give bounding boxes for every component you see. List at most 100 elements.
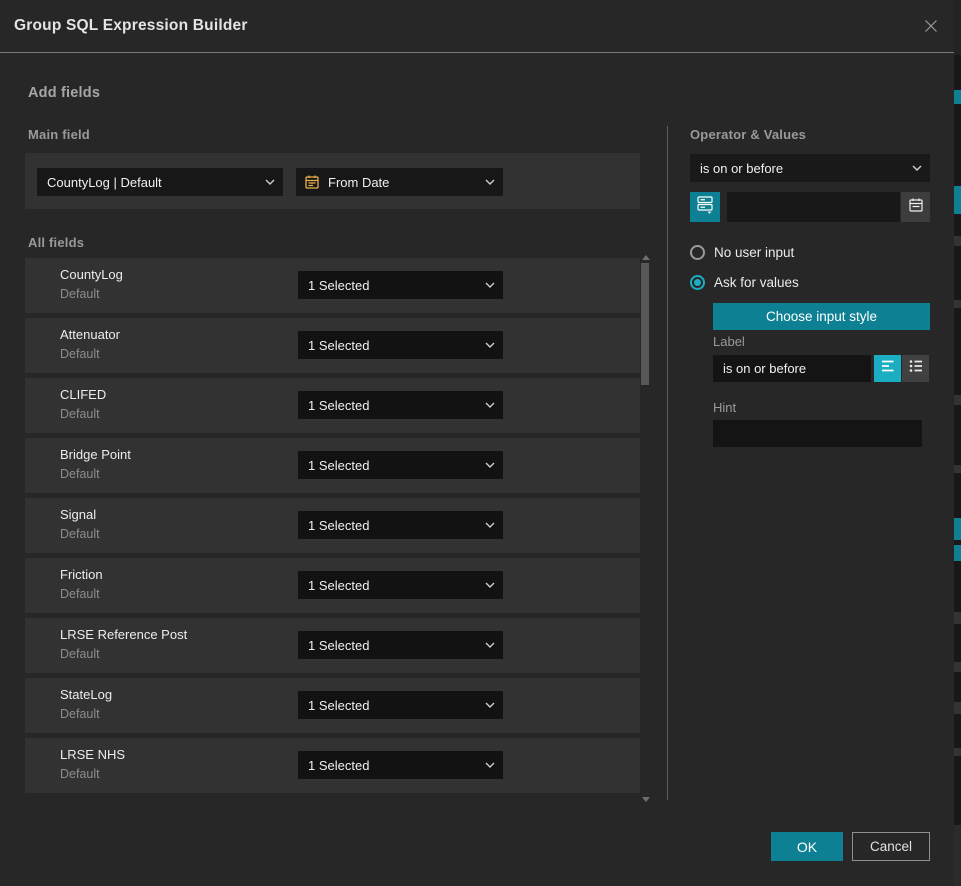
field-subtitle: Default <box>60 647 100 661</box>
field-selected-value: 1 Selected <box>308 758 369 773</box>
field-selected-value: 1 Selected <box>308 638 369 653</box>
operator-dropdown-value: is on or before <box>700 161 783 176</box>
background-app-edge-block <box>954 236 961 246</box>
main-date-field-value: From Date <box>328 175 389 190</box>
field-name: StateLog <box>60 687 112 702</box>
dialog-title: Group SQL Expression Builder <box>14 0 248 52</box>
background-app-edge <box>954 0 961 886</box>
field-selected-dropdown[interactable]: 1 Selected <box>298 271 503 299</box>
chevron-down-icon <box>485 762 495 768</box>
field-selected-dropdown[interactable]: 1 Selected <box>298 391 503 419</box>
stacked-values-icon <box>696 195 714 219</box>
chevron-down-icon <box>485 402 495 408</box>
cancel-button-label: Cancel <box>870 839 912 854</box>
background-app-edge-block <box>954 748 961 756</box>
group-sql-expression-builder-dialog: Group SQL Expression Builder Add fields … <box>0 0 961 886</box>
field-subtitle: Default <box>60 767 100 781</box>
radio-ask-for-values-label: Ask for values <box>714 275 799 290</box>
value-input-type-button[interactable] <box>690 192 720 222</box>
radio-no-user-input[interactable] <box>690 245 705 260</box>
chevron-down-icon <box>485 522 495 528</box>
all-fields-label: All fields <box>28 235 84 250</box>
field-name: CountyLog <box>60 267 123 282</box>
field-subtitle: Default <box>60 527 100 541</box>
align-left-icon <box>880 358 896 379</box>
date-picker-button[interactable] <box>901 192 930 222</box>
value-input[interactable] <box>727 192 900 222</box>
background-app-edge-block <box>954 300 961 308</box>
chevron-down-icon <box>912 165 922 171</box>
label-input-text: is on or before <box>723 361 806 376</box>
field-name: LRSE Reference Post <box>60 627 187 642</box>
ok-button[interactable]: OK <box>771 832 843 861</box>
field-selected-dropdown[interactable]: 1 Selected <box>298 691 503 719</box>
chevron-down-icon <box>485 282 495 288</box>
radio-ask-for-values[interactable] <box>690 275 705 290</box>
hint-input[interactable] <box>713 420 922 447</box>
scroll-down-arrow-icon[interactable] <box>642 797 650 802</box>
background-app-edge-block <box>954 612 961 624</box>
field-row-friction: Friction Default 1 Selected <box>25 558 640 613</box>
field-row-bridge-point: Bridge Point Default 1 Selected <box>25 438 640 493</box>
field-subtitle: Default <box>60 287 100 301</box>
field-selected-value: 1 Selected <box>308 398 369 413</box>
background-app-edge-block <box>954 186 961 214</box>
field-selected-dropdown[interactable]: 1 Selected <box>298 451 503 479</box>
field-subtitle: Default <box>60 707 100 721</box>
chevron-down-icon <box>485 642 495 648</box>
field-name: CLIFED <box>60 387 106 402</box>
background-app-edge-block <box>954 518 961 540</box>
label-field-label: Label <box>713 334 745 349</box>
calendar-icon <box>908 197 924 218</box>
field-row-clifed: CLIFED Default 1 Selected <box>25 378 640 433</box>
background-app-edge-block <box>954 662 961 672</box>
choose-input-style-button[interactable]: Choose input style <box>713 303 930 330</box>
chevron-down-icon <box>485 702 495 708</box>
field-selected-value: 1 Selected <box>308 578 369 593</box>
field-selected-dropdown[interactable]: 1 Selected <box>298 511 503 539</box>
add-fields-heading: Add fields <box>28 85 100 101</box>
radio-option-no-user-input[interactable]: No user input <box>690 245 794 260</box>
label-input[interactable]: is on or before <box>713 355 871 382</box>
field-name: LRSE NHS <box>60 747 125 762</box>
field-name: Friction <box>60 567 103 582</box>
bullet-list-icon <box>908 358 924 379</box>
operator-values-heading: Operator & Values <box>690 127 806 142</box>
field-selected-value: 1 Selected <box>308 338 369 353</box>
field-subtitle: Default <box>60 407 100 421</box>
title-bar: Group SQL Expression Builder <box>0 0 954 52</box>
ok-button-label: OK <box>797 839 817 855</box>
field-subtitle: Default <box>60 467 100 481</box>
main-layer-dropdown[interactable]: CountyLog | Default <box>37 168 283 196</box>
scrollbar-thumb[interactable] <box>641 263 649 385</box>
label-style-single-button[interactable] <box>874 355 901 382</box>
field-name: Bridge Point <box>60 447 131 462</box>
chevron-down-icon <box>265 179 275 185</box>
field-selected-dropdown[interactable]: 1 Selected <box>298 571 503 599</box>
background-app-edge-block <box>954 0 961 55</box>
chevron-down-icon <box>485 582 495 588</box>
field-selected-dropdown[interactable]: 1 Selected <box>298 751 503 779</box>
field-row-attenuator: Attenuator Default 1 Selected <box>25 318 640 373</box>
chevron-down-icon <box>485 342 495 348</box>
hint-field-label: Hint <box>713 400 736 415</box>
field-selected-dropdown[interactable]: 1 Selected <box>298 631 503 659</box>
operator-dropdown[interactable]: is on or before <box>690 154 930 182</box>
label-style-list-button[interactable] <box>902 355 929 382</box>
main-date-field-dropdown[interactable]: From Date <box>296 168 503 196</box>
field-selected-dropdown[interactable]: 1 Selected <box>298 331 503 359</box>
field-selected-value: 1 Selected <box>308 458 369 473</box>
list-scrollbar[interactable] <box>641 255 650 802</box>
field-row-countylog: CountyLog Default 1 Selected <box>25 258 640 313</box>
title-separator <box>0 52 954 53</box>
cancel-button[interactable]: Cancel <box>852 832 930 861</box>
main-field-panel: CountyLog | Default From Date <box>25 153 640 209</box>
main-field-label: Main field <box>28 127 90 142</box>
field-row-signal: Signal Default 1 Selected <box>25 498 640 553</box>
radio-option-ask-for-values[interactable]: Ask for values <box>690 275 799 290</box>
calendar-icon <box>304 174 320 193</box>
scroll-up-arrow-icon[interactable] <box>642 255 650 260</box>
choose-input-style-label: Choose input style <box>766 309 877 324</box>
background-app-edge-block <box>954 545 961 561</box>
close-icon[interactable] <box>920 15 942 37</box>
